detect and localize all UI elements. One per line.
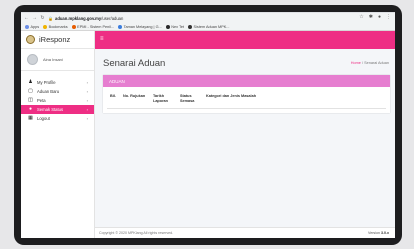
footer: Copyright © 2020 MPKlang All rights rese… <box>95 227 395 238</box>
more-icon[interactable]: ⋮ <box>386 14 391 20</box>
user-name: Aina Insani <box>43 57 63 62</box>
check-status-icon: ● <box>28 106 33 113</box>
url-text[interactable]: aduan.mpklang.gov.my/user/aduan <box>55 16 123 21</box>
column-header-tarikh-laporan[interactable]: Tarikh Laporan <box>153 94 171 104</box>
avatar <box>27 54 38 65</box>
user-panel: Aina Insani <box>21 49 94 71</box>
site-icon <box>188 24 193 29</box>
bookmarks-bar: Apps Bookmarks EPMI - Sistem Penil... Ta… <box>21 23 395 31</box>
breadcrumb-current: Senarai Aduan <box>364 61 389 65</box>
browser-address-bar[interactable]: ← → ↻ 🔒 aduan.mpklang.gov.my/user/aduan … <box>21 13 395 23</box>
breadcrumb: Home / Senarai Aduan <box>351 61 389 65</box>
sidebar: iResponz Aina Insani ♟ My Profile › ▢ Ad… <box>21 31 95 238</box>
version-text: Version 3.0.x <box>368 231 389 235</box>
profile-icon[interactable]: ● <box>378 14 381 20</box>
chevron-right-icon: › <box>86 106 88 112</box>
bookmark-icon <box>43 24 48 29</box>
sidebar-item-label: Logout <box>37 115 50 121</box>
column-header-bil[interactable]: Bil. <box>110 94 116 99</box>
site-icon <box>118 24 123 29</box>
map-icon: ◫ <box>28 97 33 104</box>
chevron-right-icon: › <box>86 97 88 103</box>
top-navbar: ≡ <box>95 31 395 49</box>
column-header-status-semasa[interactable]: Status Semasa <box>180 94 196 104</box>
page-title: Senarai Aduan <box>103 58 166 69</box>
site-icon <box>165 24 170 29</box>
brand[interactable]: iResponz <box>21 31 94 49</box>
site-icon <box>71 24 76 29</box>
column-header-kategori[interactable]: Kategori dan Jenis Masalah <box>206 94 256 99</box>
bookmark-item[interactable]: Bookmarks <box>43 24 68 29</box>
sidebar-item-peta[interactable]: ◫ Peta › <box>21 96 94 105</box>
sidebar-menu: ♟ My Profile › ▢ Aduan Baru › ◫ Peta › ●… <box>21 78 94 123</box>
hamburger-icon[interactable]: ≡ <box>100 36 104 42</box>
user-icon: ♟ <box>28 79 33 86</box>
bookmark-item[interactable]: Sistem Aduan MPK... <box>188 24 229 29</box>
extension-icon[interactable]: ✱ <box>369 14 373 20</box>
column-header-no-rujukan[interactable]: No. Rujukan <box>123 94 145 99</box>
aduan-card: ADUAN Bil. No. Rujukan Tarikh Laporan St… <box>103 75 390 113</box>
card-title: ADUAN <box>103 75 390 87</box>
sidebar-item-label: Peta <box>37 97 46 103</box>
star-icon[interactable]: ☆ <box>359 14 363 20</box>
chevron-right-icon: › <box>86 88 88 94</box>
lock-icon: 🔒 <box>48 15 53 21</box>
logout-icon: ▦ <box>28 115 33 122</box>
sidebar-item-semak-status[interactable]: ● Semak Status › <box>21 105 94 114</box>
bookmark-item[interactable]: Apps <box>25 24 39 29</box>
table-header: Bil. No. Rujukan Tarikh Laporan Status S… <box>107 87 386 109</box>
chevron-right-icon: › <box>86 79 88 85</box>
sidebar-item-label: Semak Status <box>37 106 64 112</box>
sidebar-item-aduan-baru[interactable]: ▢ Aduan Baru › <box>21 87 94 96</box>
file-icon: ▢ <box>28 88 33 95</box>
back-icon[interactable]: ← <box>24 15 29 21</box>
logo-icon <box>26 35 35 44</box>
bookmark-item[interactable]: Taman Melayang | G... <box>118 24 162 29</box>
sidebar-item-my-profile[interactable]: ♟ My Profile › <box>21 78 94 87</box>
bookmark-item[interactable]: EPMI - Sistem Penil... <box>71 24 114 29</box>
breadcrumb-home[interactable]: Home <box>351 61 361 65</box>
chevron-right-icon: › <box>86 115 88 121</box>
screen: ← → ↻ 🔒 aduan.mpklang.gov.my/user/aduan … <box>21 12 395 238</box>
copyright-text: Copyright © 2020 MPKlang All rights rese… <box>99 231 174 235</box>
breadcrumb-separator: / <box>361 61 364 65</box>
sidebar-item-label: My Profile <box>37 79 56 85</box>
sidebar-item-logout[interactable]: ▦ Logout › <box>21 114 94 123</box>
forward-icon[interactable]: → <box>32 15 37 21</box>
brand-name: iResponz <box>39 35 71 44</box>
apps-icon <box>25 24 29 29</box>
reload-icon[interactable]: ↻ <box>40 15 45 21</box>
bookmark-item[interactable]: Nex Tet <box>165 24 184 29</box>
sidebar-item-label: Aduan Baru <box>37 88 60 94</box>
main-content: Senarai Aduan Home / Senarai Aduan ADUAN… <box>95 49 395 238</box>
